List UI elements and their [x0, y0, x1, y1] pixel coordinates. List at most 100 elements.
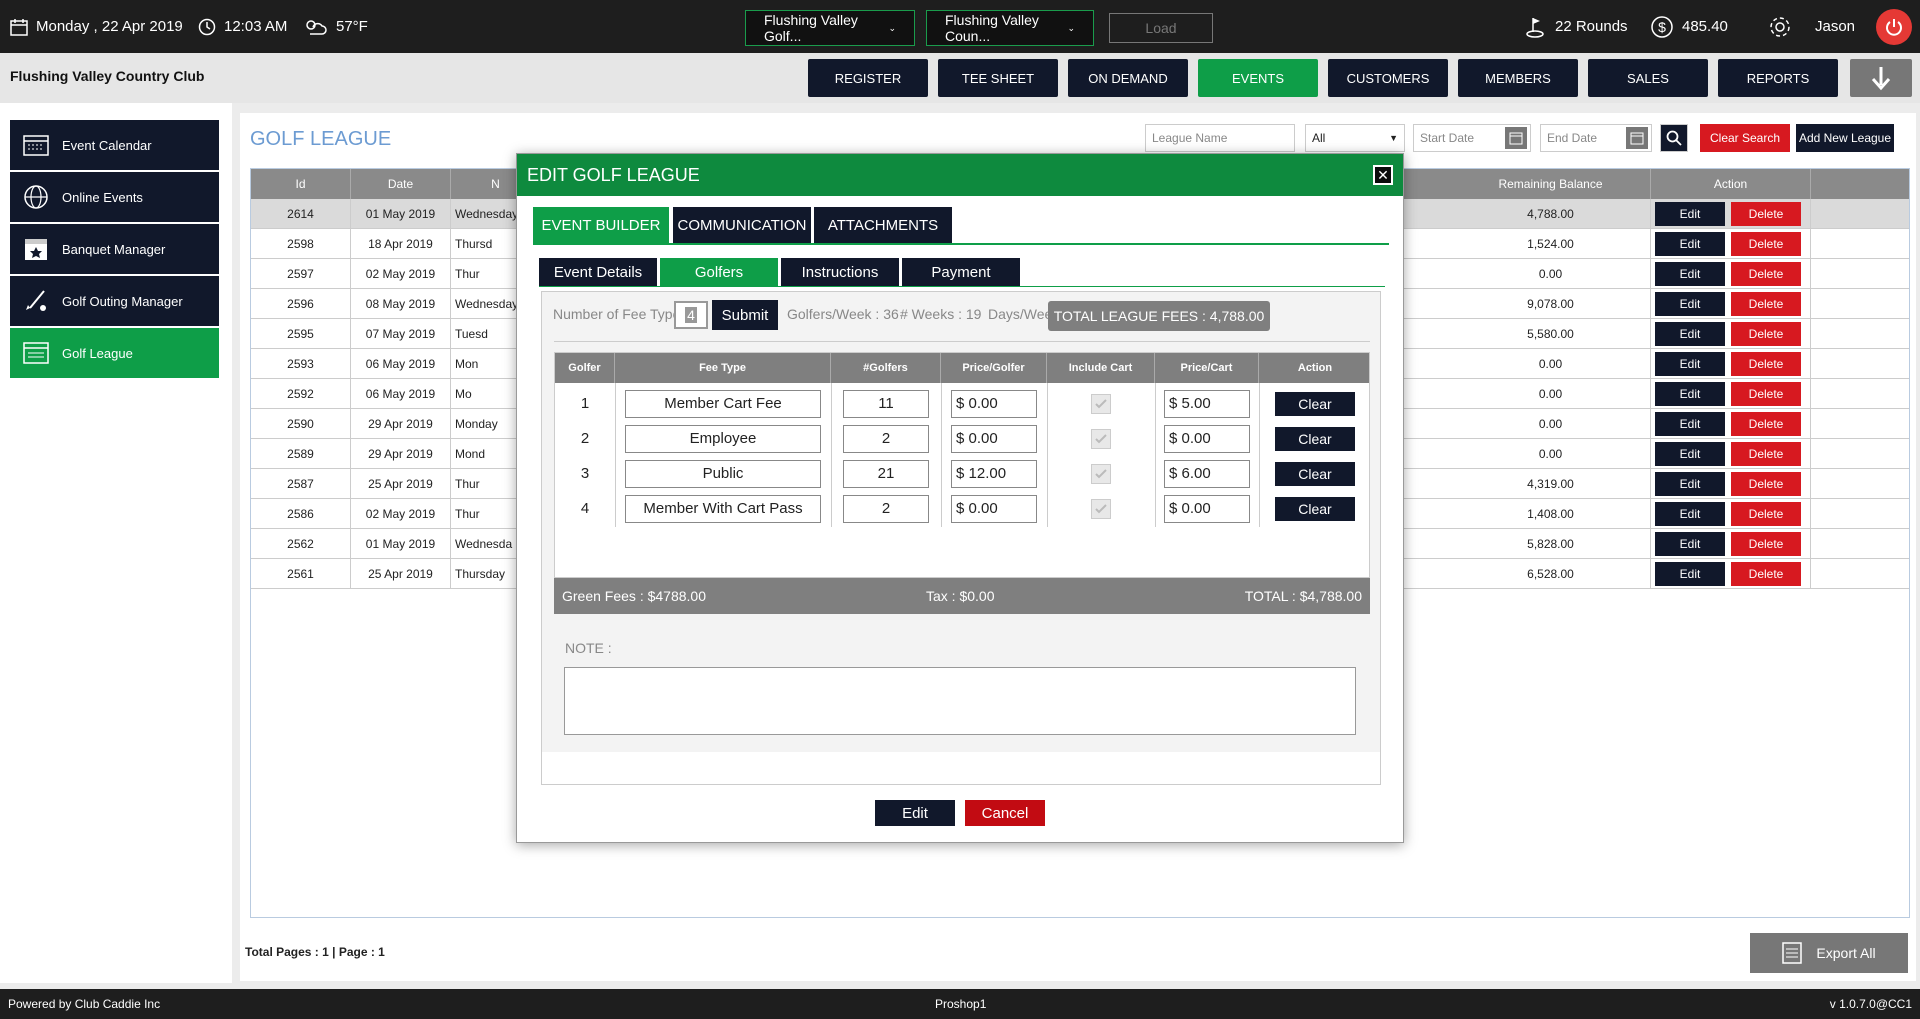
tab-communication[interactable]: COMMUNICATION	[673, 207, 811, 243]
edit-button[interactable]: Edit	[1655, 352, 1725, 376]
price-golfer-input[interactable]: $ 0.00	[951, 424, 1037, 453]
search-button[interactable]	[1660, 124, 1688, 152]
nav-members[interactable]: MEMBERS	[1458, 59, 1578, 97]
edit-button[interactable]: Edit	[1655, 502, 1725, 526]
include-cart-checkbox[interactable]	[1091, 463, 1111, 484]
golfers-count-input[interactable]: 11	[843, 389, 929, 418]
fee-type-input[interactable]: Employee	[625, 424, 821, 453]
edit-button[interactable]: Edit	[1655, 562, 1725, 586]
cell-remaining-balance: 4,788.00	[1451, 199, 1651, 229]
price-golfer-input[interactable]: $ 0.00	[951, 389, 1037, 418]
cell-id: 2589	[251, 439, 351, 469]
calendar-icon[interactable]	[1505, 127, 1527, 149]
sidebar-item-golf-outing-manager[interactable]: Golf Outing Manager	[10, 276, 219, 326]
nav-on-demand[interactable]: ON DEMAND	[1068, 59, 1188, 97]
edit-button[interactable]: Edit	[875, 800, 955, 826]
golfers-count-input[interactable]: 2	[843, 424, 929, 453]
edit-button[interactable]: Edit	[1655, 442, 1725, 466]
delete-button[interactable]: Delete	[1731, 382, 1801, 406]
cell-date: 29 Apr 2019	[351, 439, 451, 469]
submit-button[interactable]: Submit	[712, 300, 778, 330]
cancel-button[interactable]: Cancel	[965, 800, 1045, 826]
download-button[interactable]	[1850, 59, 1912, 97]
edit-button[interactable]: Edit	[1655, 322, 1725, 346]
settings-button[interactable]	[1768, 0, 1792, 53]
edit-button[interactable]: Edit	[1655, 412, 1725, 436]
delete-button[interactable]: Delete	[1731, 322, 1801, 346]
delete-button[interactable]: Delete	[1731, 292, 1801, 316]
price-cart-input[interactable]: $ 6.00	[1164, 459, 1250, 488]
edit-button[interactable]: Edit	[1655, 532, 1725, 556]
golfers-count-input[interactable]: 2	[843, 494, 929, 523]
fee-type-input[interactable]: Member Cart Fee	[625, 389, 821, 418]
delete-button[interactable]: Delete	[1731, 352, 1801, 376]
fee-types-input[interactable]: 4	[674, 301, 708, 329]
clear-button[interactable]: Clear	[1275, 426, 1355, 451]
nav-register[interactable]: REGISTER	[808, 59, 928, 97]
edit-button[interactable]: Edit	[1655, 202, 1725, 226]
nav-sales[interactable]: SALES	[1588, 59, 1708, 97]
user-name[interactable]: Jason	[1815, 0, 1855, 53]
golf-club-icon	[22, 288, 50, 314]
delete-button[interactable]: Delete	[1731, 412, 1801, 436]
start-date-input[interactable]: Start Date	[1413, 124, 1531, 152]
add-new-league-button[interactable]: Add New League	[1796, 124, 1894, 152]
sidebar-item-banquet-manager[interactable]: Banquet Manager	[10, 224, 219, 274]
export-all-button[interactable]: Export All	[1750, 933, 1908, 973]
clear-button[interactable]: Clear	[1275, 391, 1355, 416]
include-cart-checkbox[interactable]	[1091, 428, 1111, 449]
close-button[interactable]: ✕	[1373, 165, 1393, 185]
status-select[interactable]: All ▼	[1305, 124, 1405, 152]
delete-button[interactable]: Delete	[1731, 502, 1801, 526]
price-cart-input[interactable]: $ 0.00	[1164, 424, 1250, 453]
edit-button[interactable]: Edit	[1655, 472, 1725, 496]
subtab-event-details[interactable]: Event Details	[539, 258, 657, 286]
price-cart-input[interactable]: $ 0.00	[1164, 494, 1250, 523]
sidebar-item-event-calendar[interactable]: Event Calendar	[10, 120, 219, 170]
modal-title: EDIT GOLF LEAGUE	[527, 164, 700, 185]
edit-button[interactable]: Edit	[1655, 382, 1725, 406]
nav-tee-sheet[interactable]: TEE SHEET	[938, 59, 1058, 97]
edit-button[interactable]: Edit	[1655, 262, 1725, 286]
delete-button[interactable]: Delete	[1731, 562, 1801, 586]
edit-button[interactable]: Edit	[1655, 292, 1725, 316]
power-button[interactable]	[1876, 9, 1912, 45]
delete-button[interactable]: Delete	[1731, 532, 1801, 556]
subtab-golfers[interactable]: Golfers	[660, 258, 778, 286]
include-cart-checkbox[interactable]	[1091, 498, 1111, 519]
delete-button[interactable]: Delete	[1731, 202, 1801, 226]
note-textarea[interactable]	[564, 667, 1356, 735]
fee-type-input[interactable]: Public	[625, 459, 821, 488]
clear-button[interactable]: Clear	[1275, 461, 1355, 486]
edit-button[interactable]: Edit	[1655, 232, 1725, 256]
price-golfer-input[interactable]: $ 12.00	[951, 459, 1037, 488]
load-button[interactable]: Load	[1109, 13, 1213, 43]
calendar-icon[interactable]	[1626, 127, 1648, 149]
nav-customers[interactable]: CUSTOMERS	[1328, 59, 1448, 97]
price-cart-input[interactable]: $ 5.00	[1164, 389, 1250, 418]
tab-attachments[interactable]: ATTACHMENTS	[814, 207, 952, 243]
delete-button[interactable]: Delete	[1731, 232, 1801, 256]
delete-button[interactable]: Delete	[1731, 472, 1801, 496]
nav-reports[interactable]: REPORTS	[1718, 59, 1838, 97]
end-date-input[interactable]: End Date	[1540, 124, 1652, 152]
sidebar-item-golf-league[interactable]: Golf League	[10, 328, 219, 378]
clear-search-button[interactable]: Clear Search	[1700, 124, 1790, 152]
cell-id: 2593	[251, 349, 351, 379]
sidebar-item-online-events[interactable]: Online Events	[10, 172, 219, 222]
tab-event-builder[interactable]: EVENT BUILDER	[533, 207, 669, 243]
subtab-instructions[interactable]: Instructions	[781, 258, 899, 286]
fee-type-input[interactable]: Member With Cart Pass	[625, 494, 821, 523]
gear-icon[interactable]	[1768, 15, 1792, 39]
league-name-input[interactable]: League Name	[1145, 124, 1295, 152]
include-cart-checkbox[interactable]	[1091, 393, 1111, 414]
club-select[interactable]: Flushing Valley Coun... ⌄	[926, 10, 1094, 46]
delete-button[interactable]: Delete	[1731, 442, 1801, 466]
price-golfer-input[interactable]: $ 0.00	[951, 494, 1037, 523]
clear-button[interactable]: Clear	[1275, 496, 1355, 521]
delete-button[interactable]: Delete	[1731, 262, 1801, 286]
subtab-payment[interactable]: Payment	[902, 258, 1020, 286]
nav-events[interactable]: EVENTS	[1198, 59, 1318, 97]
course-select[interactable]: Flushing Valley Golf... ⌄	[745, 10, 915, 46]
golfers-count-input[interactable]: 21	[843, 459, 929, 488]
